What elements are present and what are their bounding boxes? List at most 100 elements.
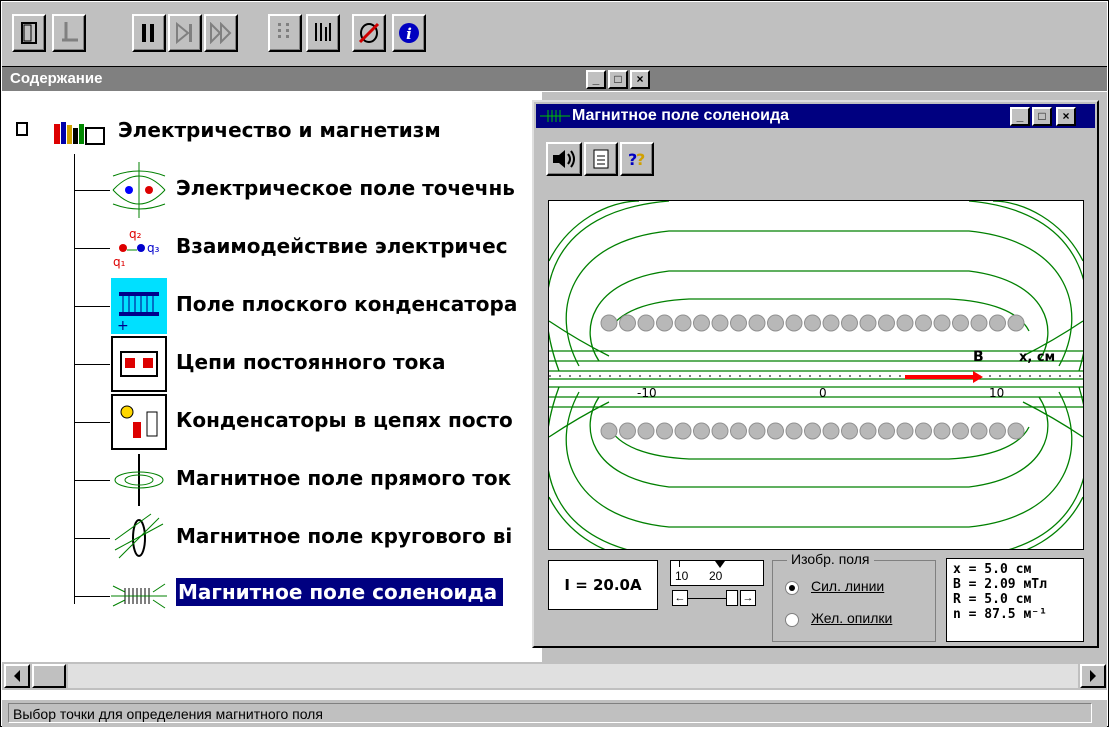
tree-item[interactable]: Магнитное поле прямого ток <box>176 466 511 490</box>
grid-icon[interactable] <box>306 14 340 52</box>
scroll-left-button[interactable] <box>4 664 30 688</box>
scroll-right-button[interactable] <box>1080 664 1106 688</box>
maximize-button[interactable]: □ <box>1032 107 1052 126</box>
tree-connector <box>74 306 110 307</box>
fast-forward-icon[interactable] <box>204 14 238 52</box>
scroll-thumb[interactable] <box>32 664 66 688</box>
radio-iron-filings[interactable] <box>785 613 799 627</box>
slider-tick: 20 <box>709 569 723 583</box>
tree-item[interactable]: Поле плоского конденсатора <box>176 292 517 316</box>
info-icon[interactable]: i <box>392 14 426 52</box>
status-text: Выбор точки для определения магнитного п… <box>8 703 1092 723</box>
radio-field-lines[interactable] <box>785 581 799 595</box>
maximize-button[interactable]: □ <box>608 70 628 89</box>
tree-item[interactable]: Электрическое поле точечнь <box>176 176 515 200</box>
tree-item[interactable]: Цепи постоянного тока <box>176 350 445 374</box>
coil-turn <box>878 422 895 440</box>
slider-pointer <box>715 561 725 568</box>
coil-turn <box>915 422 932 440</box>
coil-turn <box>674 314 692 332</box>
help-icon[interactable]: ?? <box>620 142 654 176</box>
field-plot[interactable]: -10 0 10 x, см B <box>548 200 1084 550</box>
svg-text:i: i <box>406 25 412 43</box>
tree-item[interactable]: Взаимодействие электричес <box>176 234 508 258</box>
tree-line <box>74 154 75 604</box>
coil-turn <box>822 422 840 440</box>
tree-item[interactable]: Магнитное поле кругового ві <box>176 524 512 548</box>
capacitor-circuit-icon <box>111 394 167 450</box>
coil-turn <box>859 314 877 332</box>
coil-turn <box>693 314 710 332</box>
coil-turn <box>804 422 821 440</box>
grid-step-icon[interactable] <box>268 14 302 52</box>
current-slider[interactable]: 10 20 ← → <box>670 560 764 610</box>
coil-turn <box>730 422 747 440</box>
solenoid-icon <box>111 568 167 622</box>
tick-label: 0 <box>819 386 827 400</box>
sound-off-icon[interactable] <box>352 14 386 52</box>
minimize-button[interactable]: _ <box>1010 107 1030 126</box>
tree-item[interactable]: Конденсаторы в цепях посто <box>176 408 513 432</box>
slider-right-button[interactable]: → <box>740 590 756 606</box>
speaker-icon[interactable] <box>546 142 582 176</box>
tree-connector <box>74 190 110 191</box>
coil-turn <box>656 422 673 440</box>
coil-turn <box>896 422 914 440</box>
contents-title: Содержание <box>10 70 103 87</box>
solenoid-window: Магнитное поле соленоида _ □ × ?? -10 0 … <box>532 100 1099 648</box>
solenoid-window-title-bar[interactable]: Магнитное поле соленоида _ □ × <box>536 104 1095 128</box>
status-bar: Выбор точки для определения магнитного п… <box>2 700 1107 727</box>
slider-left-button[interactable]: ← <box>672 590 688 606</box>
pointer-icon[interactable] <box>52 14 86 52</box>
straight-current-icon <box>111 452 167 508</box>
solenoid-title-icon <box>540 110 570 122</box>
solenoid-coil-bottom <box>600 422 1025 440</box>
step-icon[interactable] <box>168 14 202 52</box>
contents-tree: Электричество и магнетизм Электрическое … <box>2 92 542 622</box>
coil-turn <box>952 422 969 440</box>
tree-connector <box>74 422 110 423</box>
close-button[interactable]: × <box>1056 107 1076 126</box>
slider-track[interactable] <box>688 598 726 599</box>
svg-text:+: + <box>117 318 129 334</box>
coil-turn <box>970 314 988 332</box>
coil-turn <box>693 422 710 440</box>
document-icon[interactable] <box>584 142 618 176</box>
field-lines <box>549 201 1083 549</box>
tree-root-label[interactable]: Электричество и магнетизм <box>118 118 441 142</box>
coil-turn <box>600 314 618 332</box>
coil-turn <box>656 314 673 332</box>
coil-turn <box>1007 422 1025 440</box>
slider-scale: 10 20 <box>670 560 764 586</box>
scroll-track[interactable] <box>68 664 1078 688</box>
svg-text:q₂: q₂ <box>129 227 142 241</box>
charges-icon: q₂ q₁ q₃ <box>111 220 167 276</box>
coil-turn <box>804 314 821 332</box>
tick-label: 10 <box>989 386 1004 400</box>
coil-turn <box>1007 314 1025 332</box>
svg-text:q₁: q₁ <box>113 255 126 269</box>
coil-turn <box>841 422 858 440</box>
collapse-icon[interactable] <box>16 122 28 136</box>
readout-r: R = 5.0 см <box>953 592 1032 607</box>
tree-connector <box>74 248 110 249</box>
slider-thumb[interactable] <box>726 590 738 606</box>
coil-turn <box>859 422 877 440</box>
minimize-button[interactable]: _ <box>586 70 606 89</box>
contents-title-bar: Содержание _ □ × <box>2 67 672 91</box>
pause-icon[interactable] <box>132 14 166 52</box>
coil-turn <box>785 422 803 440</box>
coil-turn <box>878 314 895 332</box>
coil-turn <box>933 422 951 440</box>
close-button[interactable]: × <box>630 70 650 89</box>
coil-turn <box>989 314 1006 332</box>
svg-text:q₃: q₃ <box>147 241 160 255</box>
exit-door-icon[interactable] <box>12 14 46 52</box>
axis-label: x, см <box>1019 350 1055 365</box>
tree-item-selected[interactable]: Магнитное поле соленоида <box>176 578 504 606</box>
b-vector-head <box>973 371 983 383</box>
radio-label[interactable]: Сил. линии <box>811 578 884 594</box>
radio-label[interactable]: Жел. опилки <box>811 610 892 626</box>
horizontal-scrollbar[interactable] <box>2 662 1107 690</box>
coil-turn <box>841 314 858 332</box>
